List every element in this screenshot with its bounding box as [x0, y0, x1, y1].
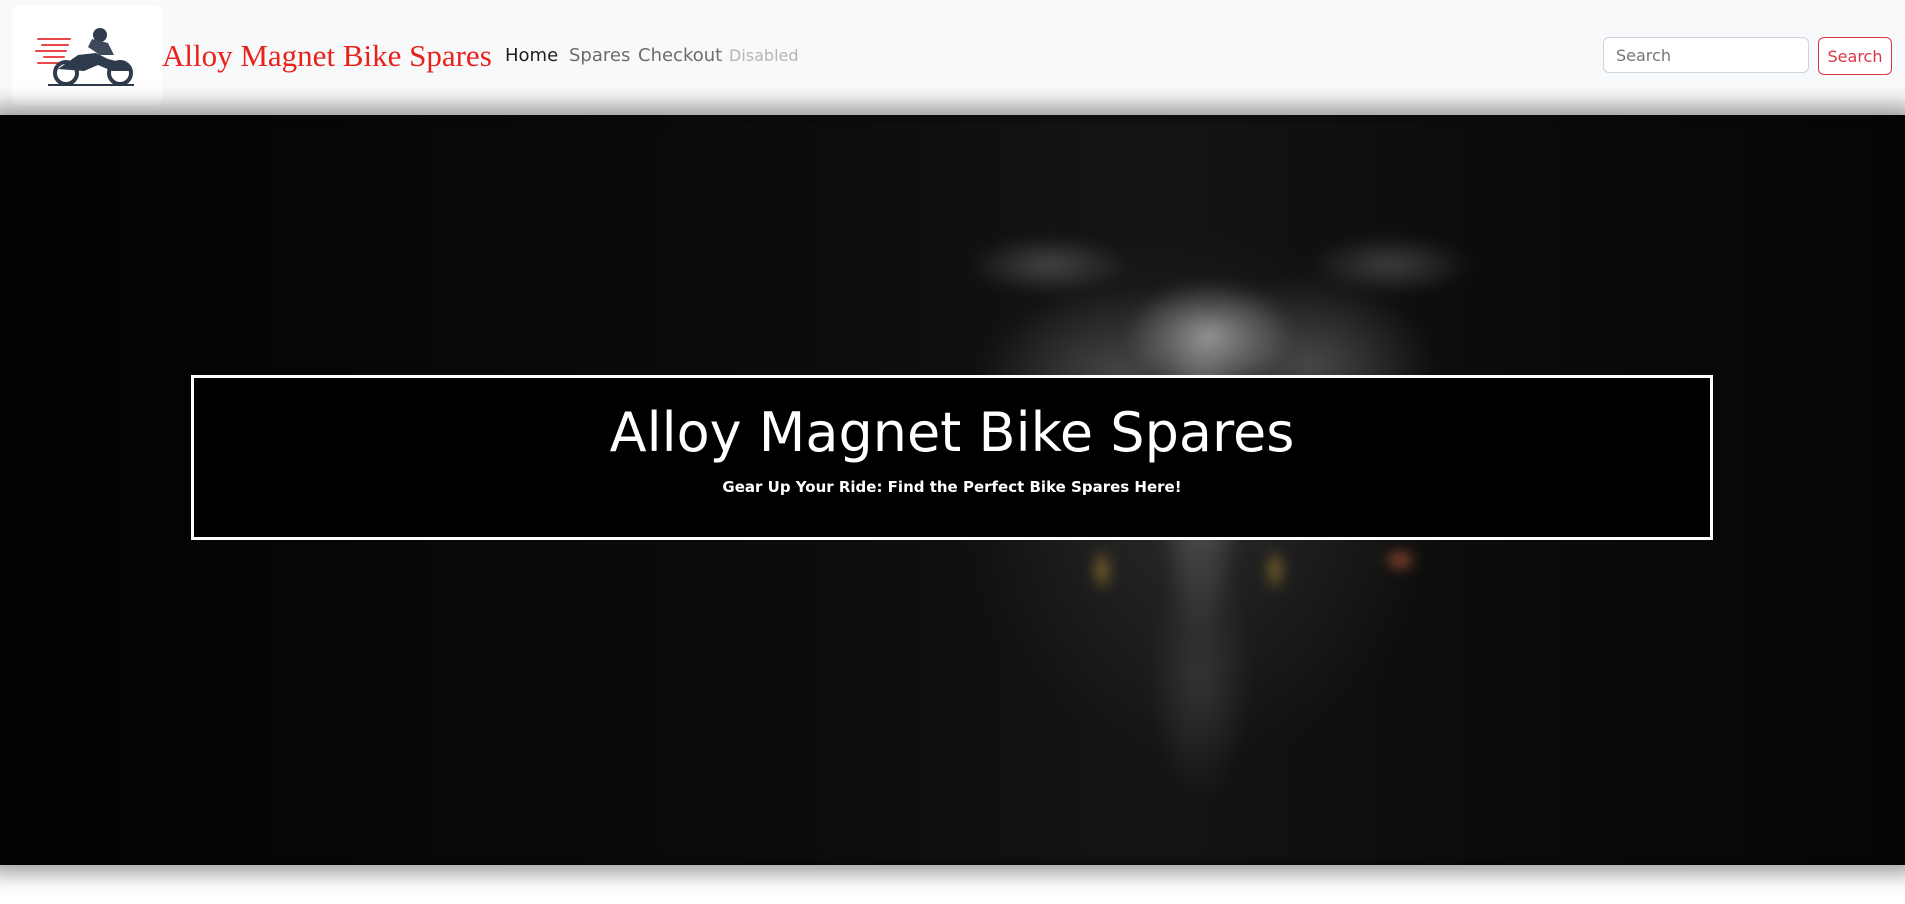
nav-spares-link[interactable]: Spares	[569, 45, 630, 66]
hero-subtitle: Gear Up Your Ride: Find the Perfect Bike…	[722, 478, 1182, 496]
navbar: Alloy Magnet Bike Spares Home Spares Che…	[0, 0, 1905, 115]
hero-title-box: Alloy Magnet Bike Spares Gear Up Your Ri…	[191, 375, 1713, 540]
nav-disabled-link: Disabled	[729, 46, 799, 65]
logo-link[interactable]	[12, 5, 162, 105]
search-button[interactable]: Search	[1818, 37, 1892, 75]
search-input[interactable]	[1603, 37, 1809, 73]
brand-title[interactable]: Alloy Magnet Bike Spares	[162, 38, 492, 74]
hero-title: Alloy Magnet Bike Spares	[609, 401, 1295, 464]
nav-home-link[interactable]: Home	[505, 45, 558, 66]
nav-checkout-link[interactable]: Checkout	[638, 45, 722, 66]
hero-banner: Alloy Magnet Bike Spares Gear Up Your Ri…	[0, 115, 1905, 865]
motorcycle-rider-icon	[35, 28, 134, 86]
